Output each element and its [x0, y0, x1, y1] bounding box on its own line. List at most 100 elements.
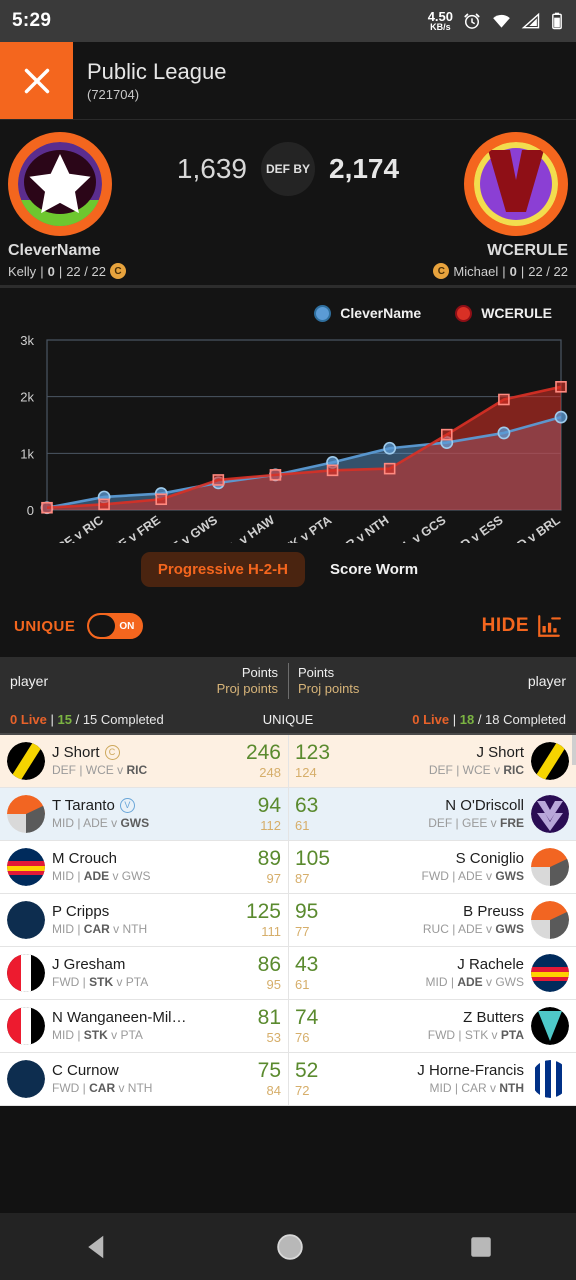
back-icon[interactable] [82, 1232, 112, 1262]
status-badge: DEF BY [261, 142, 315, 196]
table-row[interactable]: J Short C DEF | WCE v RIC 246 248 J Short… [0, 735, 576, 788]
row-cell-left[interactable]: P Cripps MID | CAR v NTH 125 111 [0, 894, 288, 946]
row-cell-left[interactable]: T Taranto V MID | ADE v GWS 94 112 [0, 788, 288, 840]
player-points: 75 [257, 1058, 281, 1082]
header-divider [288, 663, 289, 699]
player-avatar [531, 1007, 569, 1045]
player-avatar [7, 795, 45, 833]
team-right-played: 22 / 22 [528, 263, 568, 279]
tab-score-worm[interactable]: Score Worm [313, 552, 435, 587]
battery-icon [552, 12, 562, 30]
player-scores-right: 63 61 [295, 794, 318, 835]
row-cell-left[interactable]: J Gresham FWD | STK v PTA 86 95 [0, 947, 288, 999]
row-cell-left[interactable]: M Crouch MID | ADE v GWS 89 97 [0, 841, 288, 893]
right-live-count: 0 Live [412, 711, 450, 727]
player-points: 63 [295, 793, 319, 817]
table-header: player Points Proj points player Points … [0, 657, 576, 705]
row-divider [288, 735, 289, 787]
team-right-avatar[interactable] [464, 132, 568, 236]
player-meta: MID | STK v PTA [52, 1027, 143, 1042]
player-info-left: J Gresham FWD | STK v PTA [52, 956, 251, 991]
scrollbar-thumb[interactable] [572, 735, 576, 765]
row-cell-right[interactable]: Z Butters FWD | STK v PTA 74 76 [288, 1000, 576, 1052]
player-comparison-list[interactable]: J Short C DEF | WCE v RIC 246 248 J Short… [0, 735, 576, 1106]
table-row[interactable]: N Wanganeen-Mil… MID | STK v PTA 81 53 Z… [0, 1000, 576, 1053]
player-name: J Gresham [52, 955, 126, 973]
player-points: 105 [295, 846, 331, 870]
tab-progressive-h2h[interactable]: Progressive H-2-H [140, 551, 305, 587]
player-meta: MID | CAR v NTH [429, 1080, 524, 1095]
table-row[interactable]: C Curnow FWD | CAR v NTH 75 84 J Horne-F… [0, 1053, 576, 1106]
row-cell-right[interactable]: J Horne-Francis MID | CAR v NTH 52 72 [288, 1053, 576, 1105]
player-proj-points: 77 [295, 923, 310, 939]
team-right[interactable]: WCERULE C Michael | 0 | 22 / 22 [368, 132, 568, 279]
unique-toggle-switch[interactable]: ON [87, 613, 144, 639]
player-name: N Wanganeen-Mil… [52, 1008, 187, 1026]
player-avatar [7, 1060, 45, 1098]
svg-text:2k: 2k [20, 390, 34, 405]
player-info-right: S Coniglio FWD | ADE v GWS [337, 850, 524, 885]
unique-label: UNIQUE [14, 617, 76, 635]
team-right-manager: Michael [453, 263, 499, 279]
row-cell-left[interactable]: N Wanganeen-Mil… MID | STK v PTA 81 53 [0, 1000, 288, 1052]
player-name: B Preuss [463, 902, 524, 920]
recent-apps-icon[interactable] [468, 1234, 494, 1260]
player-avatar [7, 848, 45, 886]
table-row[interactable]: T Taranto V MID | ADE v GWS 94 112 N O'Dr… [0, 788, 576, 841]
row-cell-right[interactable]: B Preuss RUC | ADE v GWS 95 77 [288, 894, 576, 946]
header-points-label: Points [298, 664, 335, 680]
player-scores-right: 74 76 [295, 1006, 318, 1047]
hide-label: HIDE [481, 615, 529, 636]
legend-label: WCERULE [481, 305, 552, 321]
row-cell-right[interactable]: J Rachele MID | ADE v GWS 43 61 [288, 947, 576, 999]
player-points: 89 [257, 846, 281, 870]
player-name-line: T Taranto V [52, 797, 251, 814]
subheader-unique-label: UNIQUE [262, 711, 314, 727]
team-right-name: WCERULE [487, 242, 568, 259]
row-cell-left[interactable]: C Curnow FWD | CAR v NTH 75 84 [0, 1053, 288, 1105]
team-crest-icon [531, 954, 569, 992]
player-proj-points: 61 [295, 976, 310, 992]
row-cell-right[interactable]: S Coniglio FWD | ADE v GWS 105 87 [288, 841, 576, 893]
network-speed-unit: KB/s [430, 22, 451, 32]
svg-text:ADE v GWS: ADE v GWS [155, 513, 220, 543]
player-avatar [7, 742, 45, 780]
table-row[interactable]: M Crouch MID | ADE v GWS 89 97 S Conigli… [0, 841, 576, 894]
player-info-right: N O'Driscoll DEF | GEE v FRE [325, 797, 524, 832]
close-button[interactable] [0, 42, 73, 119]
player-info-right: B Preuss RUC | ADE v GWS [325, 903, 524, 938]
progressive-h2h-chart[interactable]: 0 1k 2k 3k WCE v RIC GEE v FRE ADE v GWS MEL v … [0, 328, 576, 565]
alarm-icon [464, 13, 480, 29]
svg-text:SYD v BRL: SYD v BRL [501, 513, 563, 543]
row-divider [288, 894, 289, 946]
score-left: 1,639 [176, 153, 247, 184]
row-cell-right[interactable]: J Short DEF | WCE v RIC 123 124 [288, 735, 576, 787]
hide-chart-button[interactable]: HIDE [482, 613, 562, 639]
player-meta: MID | CAR v NTH [52, 921, 148, 936]
player-scores-right: 123 124 [295, 741, 330, 782]
player-info-left: M Crouch MID | ADE v GWS [52, 850, 251, 885]
player-points: 246 [245, 740, 281, 764]
table-row[interactable]: J Gresham FWD | STK v PTA 86 95 J Rachel… [0, 947, 576, 1000]
player-points: 74 [295, 1005, 319, 1029]
player-name-line: J Horne-Francis [325, 1062, 524, 1079]
table-row[interactable]: P Cripps MID | CAR v NTH 125 111 B Preus… [0, 894, 576, 947]
wifi-icon [493, 14, 510, 28]
player-proj-points: 111 [261, 923, 281, 939]
home-icon[interactable] [275, 1232, 305, 1262]
app-bar: Public League (721704) [0, 42, 576, 120]
row-cell-right[interactable]: N O'Driscoll DEF | GEE v FRE 63 61 [288, 788, 576, 840]
table-header-left: player Points Proj points [0, 657, 288, 705]
player-proj-points: 124 [295, 764, 317, 780]
subheader-left-status: 0 Live | 15 / 15 Completed [10, 712, 164, 727]
right-completed-num: 18 [459, 711, 475, 727]
sep: | [58, 263, 63, 279]
left-completed-text: / 15 Completed [75, 711, 164, 727]
row-cell-left[interactable]: J Short C DEF | WCE v RIC 246 248 [0, 735, 288, 787]
player-scores-left: 81 53 [258, 1006, 281, 1047]
player-meta: FWD | STK v PTA [427, 1027, 524, 1042]
player-points: 43 [295, 952, 319, 976]
close-icon [24, 68, 49, 93]
unique-toggle-group[interactable]: UNIQUE ON [14, 613, 144, 639]
table-subheader: 0 Live | 15 / 15 Completed UNIQUE 0 Live… [0, 705, 576, 735]
